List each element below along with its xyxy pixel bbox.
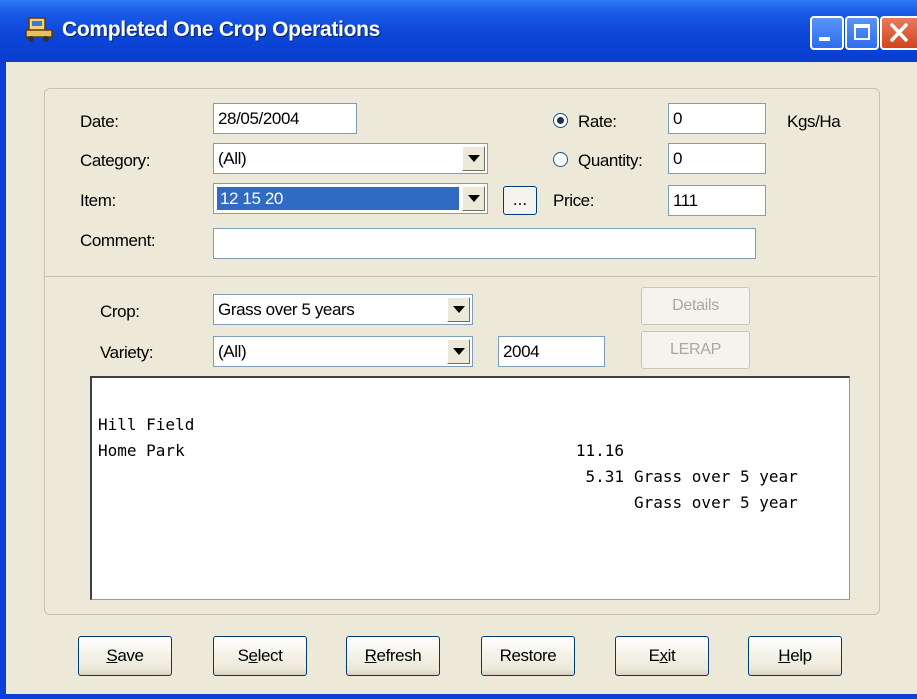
minimize-button[interactable] bbox=[810, 16, 844, 50]
field-area: 5.31 bbox=[585, 467, 624, 486]
list-item[interactable]: Hill Field 11.16 Grass over 5 year bbox=[98, 386, 849, 486]
maximize-icon bbox=[854, 24, 870, 40]
restore-button[interactable]: Restore bbox=[481, 636, 575, 676]
item-label: Item: bbox=[80, 191, 116, 210]
maximize-button[interactable] bbox=[845, 16, 879, 50]
item-browse-button[interactable]: ... bbox=[503, 186, 537, 215]
comment-field[interactable] bbox=[213, 228, 756, 259]
category-value: (All) bbox=[218, 149, 247, 168]
list-item[interactable]: Home Park 5.31 Grass over 5 year bbox=[98, 412, 849, 512]
quantity-radio[interactable] bbox=[553, 152, 568, 167]
item-value: 12 15 20 bbox=[217, 187, 459, 210]
exit-label-pre: E bbox=[648, 646, 660, 665]
select-button[interactable]: Select bbox=[213, 636, 307, 676]
category-dropdown[interactable]: (All) bbox=[213, 143, 488, 174]
field-list[interactable]: Hill Field 11.16 Grass over 5 year Home … bbox=[90, 376, 850, 600]
window-title: Completed One Crop Operations bbox=[62, 18, 381, 41]
price-label: Price: bbox=[553, 191, 595, 210]
tractor-app-icon bbox=[25, 17, 53, 42]
exit-button[interactable]: Exit bbox=[615, 636, 709, 676]
group-divider bbox=[45, 276, 877, 277]
field-crop: Grass over 5 year bbox=[634, 467, 798, 486]
chevron-down-icon[interactable] bbox=[447, 297, 470, 322]
save-button[interactable]: Save bbox=[78, 636, 172, 676]
exit-label-rest: it bbox=[667, 646, 676, 665]
price-field[interactable]: 111 bbox=[668, 185, 766, 216]
select-accesskey: e bbox=[248, 646, 258, 665]
refresh-button[interactable]: Refresh bbox=[346, 636, 440, 676]
chevron-down-icon[interactable] bbox=[462, 146, 485, 171]
item-dropdown[interactable]: 12 15 20 bbox=[213, 183, 488, 214]
refresh-accesskey: R bbox=[364, 646, 377, 665]
field-crop: Grass over 5 year bbox=[634, 493, 798, 512]
help-label-rest: elp bbox=[790, 646, 812, 665]
chevron-down-icon[interactable] bbox=[447, 339, 470, 364]
help-accesskey: H bbox=[778, 646, 791, 665]
crop-dropdown[interactable]: Grass over 5 years bbox=[213, 294, 473, 325]
rate-radio[interactable] bbox=[553, 113, 568, 128]
field-area: 11.16 bbox=[575, 441, 624, 460]
close-button[interactable] bbox=[880, 16, 917, 50]
date-field[interactable]: 28/05/2004 bbox=[213, 103, 357, 134]
quantity-label: Quantity: bbox=[578, 151, 643, 170]
select-label-pre: S bbox=[237, 646, 249, 665]
lerap-button[interactable]: LERAP bbox=[641, 331, 750, 369]
rate-field[interactable]: 0 bbox=[668, 103, 766, 134]
close-icon bbox=[890, 23, 908, 42]
category-label: Category: bbox=[80, 151, 151, 170]
variety-label: Variety: bbox=[100, 343, 154, 362]
rate-label: Rate: bbox=[578, 112, 617, 131]
exit-accesskey: x bbox=[659, 646, 669, 665]
variety-dropdown[interactable]: (All) bbox=[213, 336, 473, 367]
minimize-icon bbox=[819, 37, 830, 41]
date-label: Date: bbox=[80, 112, 119, 131]
year-field[interactable]: 2004 bbox=[498, 336, 605, 367]
details-button[interactable]: Details bbox=[641, 287, 750, 325]
select-label-rest: lect bbox=[257, 646, 283, 665]
help-button[interactable]: Help bbox=[748, 636, 842, 676]
chevron-down-icon[interactable] bbox=[462, 186, 485, 211]
variety-value: (All) bbox=[218, 342, 247, 361]
save-accesskey: S bbox=[106, 646, 118, 665]
quantity-field[interactable]: 0 bbox=[668, 143, 766, 174]
comment-label: Comment: bbox=[80, 231, 156, 250]
save-label-rest: ave bbox=[117, 646, 144, 665]
title-bar[interactable]: Completed One Crop Operations bbox=[0, 0, 917, 62]
crop-label: Crop: bbox=[100, 302, 140, 321]
rate-unit: Kgs/Ha bbox=[787, 112, 841, 131]
field-name: Home Park bbox=[98, 441, 185, 460]
app-window: Completed One Crop Operations Date: 28/0… bbox=[0, 0, 917, 699]
crop-value: Grass over 5 years bbox=[218, 300, 355, 319]
refresh-label-rest: efresh bbox=[376, 646, 422, 665]
